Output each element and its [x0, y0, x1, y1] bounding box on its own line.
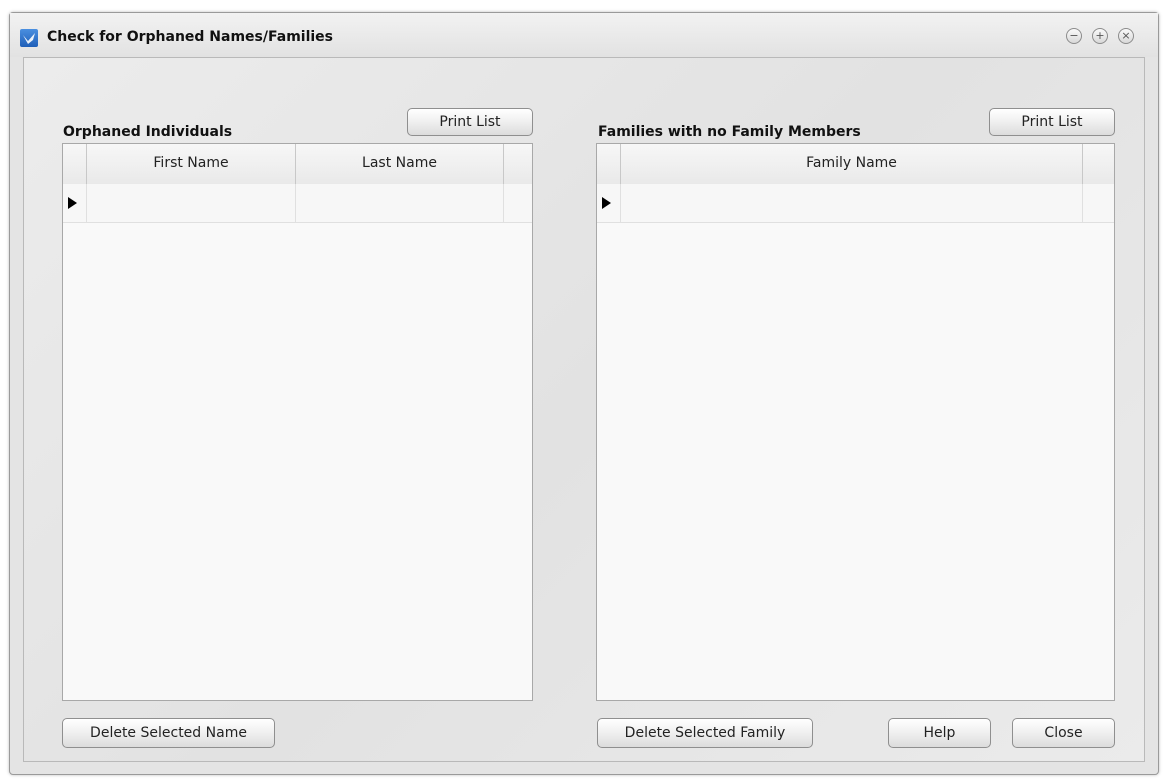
print-list-right-button[interactable]: Print List [989, 108, 1115, 136]
orphaned-individuals-grid[interactable]: First Name Last Name [62, 143, 533, 701]
cell-first-name[interactable] [87, 184, 296, 222]
dialog-window: Check for Orphaned Names/Families − + × … [9, 12, 1159, 775]
row-header-corner [597, 144, 621, 184]
cell-family-name[interactable] [621, 184, 1083, 222]
close-window-icon[interactable]: × [1118, 28, 1134, 44]
row-selector[interactable] [63, 184, 87, 222]
row-pointer-icon [602, 197, 611, 209]
grid-header: First Name Last Name [63, 144, 532, 185]
dialog-content: Orphaned Individuals Print List First Na… [23, 57, 1145, 762]
table-row[interactable] [597, 184, 1114, 223]
delete-selected-family-button[interactable]: Delete Selected Family [597, 718, 813, 748]
delete-selected-name-button[interactable]: Delete Selected Name [62, 718, 275, 748]
window-title: Check for Orphaned Names/Families [47, 29, 334, 45]
row-header-corner [63, 144, 87, 184]
column-last-name[interactable]: Last Name [296, 144, 504, 184]
column-first-name[interactable]: First Name [87, 144, 296, 184]
help-button[interactable]: Help [888, 718, 991, 748]
grid-header: Family Name [597, 144, 1114, 185]
families-no-members-label: Families with no Family Members [598, 124, 861, 140]
title-bar[interactable]: Check for Orphaned Names/Families − + × [10, 13, 1158, 57]
families-grid[interactable]: Family Name [596, 143, 1115, 701]
print-list-left-button[interactable]: Print List [407, 108, 533, 136]
maximize-icon[interactable]: + [1092, 28, 1108, 44]
column-family-name[interactable]: Family Name [621, 144, 1083, 184]
close-button[interactable]: Close [1012, 718, 1115, 748]
row-selector[interactable] [597, 184, 621, 222]
minimize-icon[interactable]: − [1066, 28, 1082, 44]
row-pointer-icon [68, 197, 77, 209]
app-icon [20, 29, 38, 47]
cell-last-name[interactable] [296, 184, 504, 222]
orphaned-individuals-label: Orphaned Individuals [63, 124, 233, 140]
table-row[interactable] [63, 184, 532, 223]
